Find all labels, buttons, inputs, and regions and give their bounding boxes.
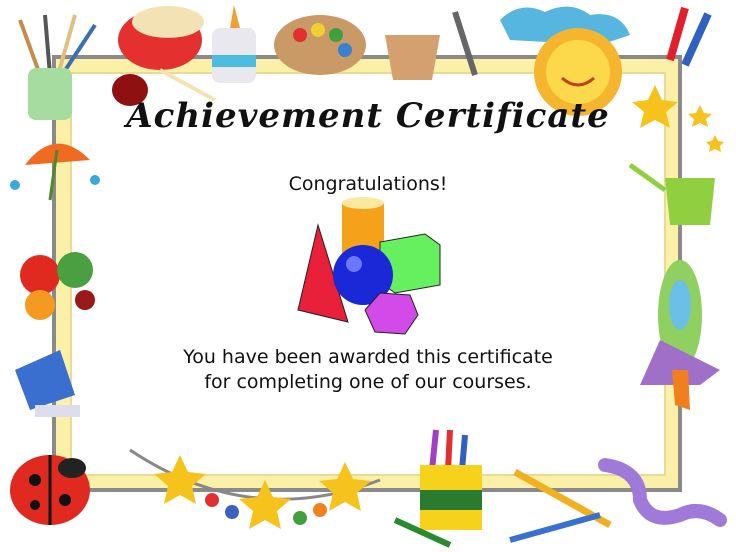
star-garland-icon bbox=[129, 448, 381, 529]
drum-icon bbox=[112, 6, 216, 106]
message-line-1: You have been awarded this certificate bbox=[183, 346, 553, 368]
worm-icon bbox=[598, 458, 727, 527]
glue-bottle-icon bbox=[212, 5, 256, 83]
certificate-title: Achievement Certificate bbox=[126, 96, 610, 136]
certificate-message: You have been awarded this certificate f… bbox=[0, 345, 736, 395]
greeting-text: Congratulations! bbox=[288, 173, 448, 195]
crayons-icon bbox=[666, 6, 712, 67]
paint-palette-icon bbox=[274, 15, 366, 75]
message-line-2: for completing one of our courses. bbox=[204, 371, 532, 393]
crayon-box-icon bbox=[420, 429, 482, 530]
ladybug-icon bbox=[10, 455, 90, 525]
geometric-shapes-icon bbox=[297, 197, 441, 335]
decorations bbox=[10, 5, 727, 548]
flower-pot-icon bbox=[385, 11, 478, 80]
fruit-icon bbox=[20, 252, 95, 320]
